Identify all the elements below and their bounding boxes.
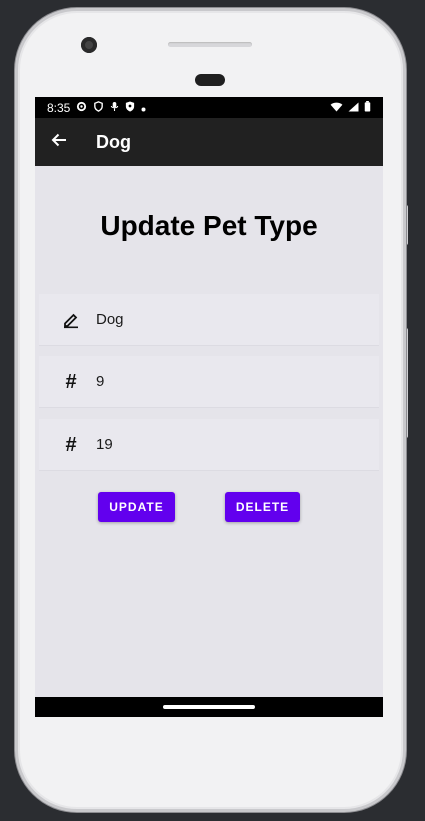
proximity-sensor xyxy=(195,74,225,86)
field-value: Dog xyxy=(96,311,124,328)
hash-icon: # xyxy=(65,370,77,393)
back-button[interactable] xyxy=(35,118,83,166)
home-gesture-handle[interactable] xyxy=(163,705,255,709)
wifi-icon xyxy=(330,101,343,115)
delete-button[interactable]: DELETE xyxy=(225,492,300,522)
edit-icon xyxy=(61,310,81,330)
cellular-signal-icon xyxy=(348,101,359,115)
app-bar-title: Dog xyxy=(96,131,131,152)
field-value: 9 xyxy=(96,373,105,390)
shield-icon xyxy=(93,100,104,115)
pet-type-name-field[interactable]: Dog xyxy=(39,294,379,346)
top-app-bar: Dog xyxy=(35,118,383,166)
microphone-icon xyxy=(110,101,119,115)
settings-gear-icon xyxy=(76,101,87,115)
status-bar: 8:35 xyxy=(35,97,383,118)
page-title: Update Pet Type xyxy=(100,210,318,241)
arrow-back-icon xyxy=(51,132,67,153)
device-frame-stage: 8:35 Dog Update Pet Type Dog # 9 # 19 UP… xyxy=(0,0,425,821)
notification-dot-icon xyxy=(141,101,146,115)
navigation-bar xyxy=(35,697,383,717)
hash-icon: # xyxy=(65,433,77,456)
status-time: 8:35 xyxy=(47,100,71,115)
front-camera xyxy=(81,37,97,53)
battery-icon xyxy=(364,100,371,115)
security-badge-icon xyxy=(125,100,135,115)
screen: 8:35 Dog Update Pet Type Dog # 9 # 19 UP… xyxy=(35,97,383,717)
earpiece-speaker xyxy=(168,42,252,47)
field-value: 19 xyxy=(96,436,113,453)
update-button[interactable]: UPDATE xyxy=(98,492,175,522)
pet-type-number-field[interactable]: # 9 xyxy=(39,356,379,408)
pet-type-count-field[interactable]: # 19 xyxy=(39,419,379,471)
